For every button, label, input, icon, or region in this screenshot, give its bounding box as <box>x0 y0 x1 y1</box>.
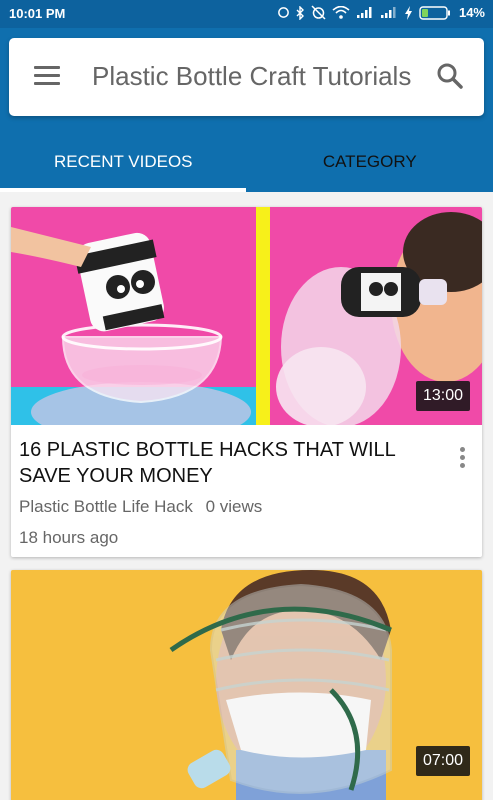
video-meta: Plastic Bottle Life Hack 0 views <box>19 497 262 517</box>
alarm-off-icon <box>311 5 326 20</box>
charging-icon <box>404 5 412 20</box>
signal-icon <box>356 7 372 18</box>
search-icon[interactable] <box>436 62 464 90</box>
bluetooth-icon <box>296 5 304 20</box>
video-title[interactable]: 16 PLASTIC BOTTLE HACKS THAT WILL SAVE Y… <box>19 437 429 489</box>
app-bar: Plastic Bottle Craft Tutorials RECENT VI… <box>0 28 493 192</box>
signal-icon <box>380 7 396 18</box>
video-thumbnail[interactable]: 07:00 <box>11 570 482 800</box>
thumbnail-image <box>11 570 482 800</box>
battery-percent: 14% <box>458 5 485 20</box>
tab-bar: RECENT VIDEOS CATEGORY <box>0 138 493 192</box>
status-bar: 10:01 PM 14% <box>0 0 493 28</box>
menu-icon[interactable] <box>34 66 60 86</box>
tab-recent-videos[interactable]: RECENT VIDEOS <box>0 138 247 192</box>
wifi-icon <box>332 6 350 19</box>
video-card[interactable]: 13:00 16 PLASTIC BOTTLE HACKS THAT WILL … <box>11 207 482 557</box>
status-time: 10:01 PM <box>9 6 66 21</box>
video-thumbnail[interactable]: 13:00 <box>11 207 482 425</box>
channel-name: Plastic Bottle Life Hack <box>19 497 193 516</box>
app-title: Plastic Bottle Craft Tutorials <box>92 61 412 91</box>
battery-icon <box>419 5 450 20</box>
view-count: 0 views <box>205 497 263 516</box>
more-options-icon[interactable] <box>460 447 466 469</box>
video-duration: 07:00 <box>415 746 470 776</box>
upload-time: 18 hours ago <box>19 528 119 547</box>
tab-category[interactable]: CATEGORY <box>247 138 493 192</box>
status-icons: 14% <box>277 5 485 20</box>
tab-indicator <box>0 188 246 192</box>
video-card[interactable]: 07:00 <box>11 570 482 800</box>
sync-icon <box>278 7 289 18</box>
search-bar[interactable]: Plastic Bottle Craft Tutorials <box>9 38 484 116</box>
video-duration: 13:00 <box>415 381 470 411</box>
thumbnail-image <box>11 207 482 425</box>
